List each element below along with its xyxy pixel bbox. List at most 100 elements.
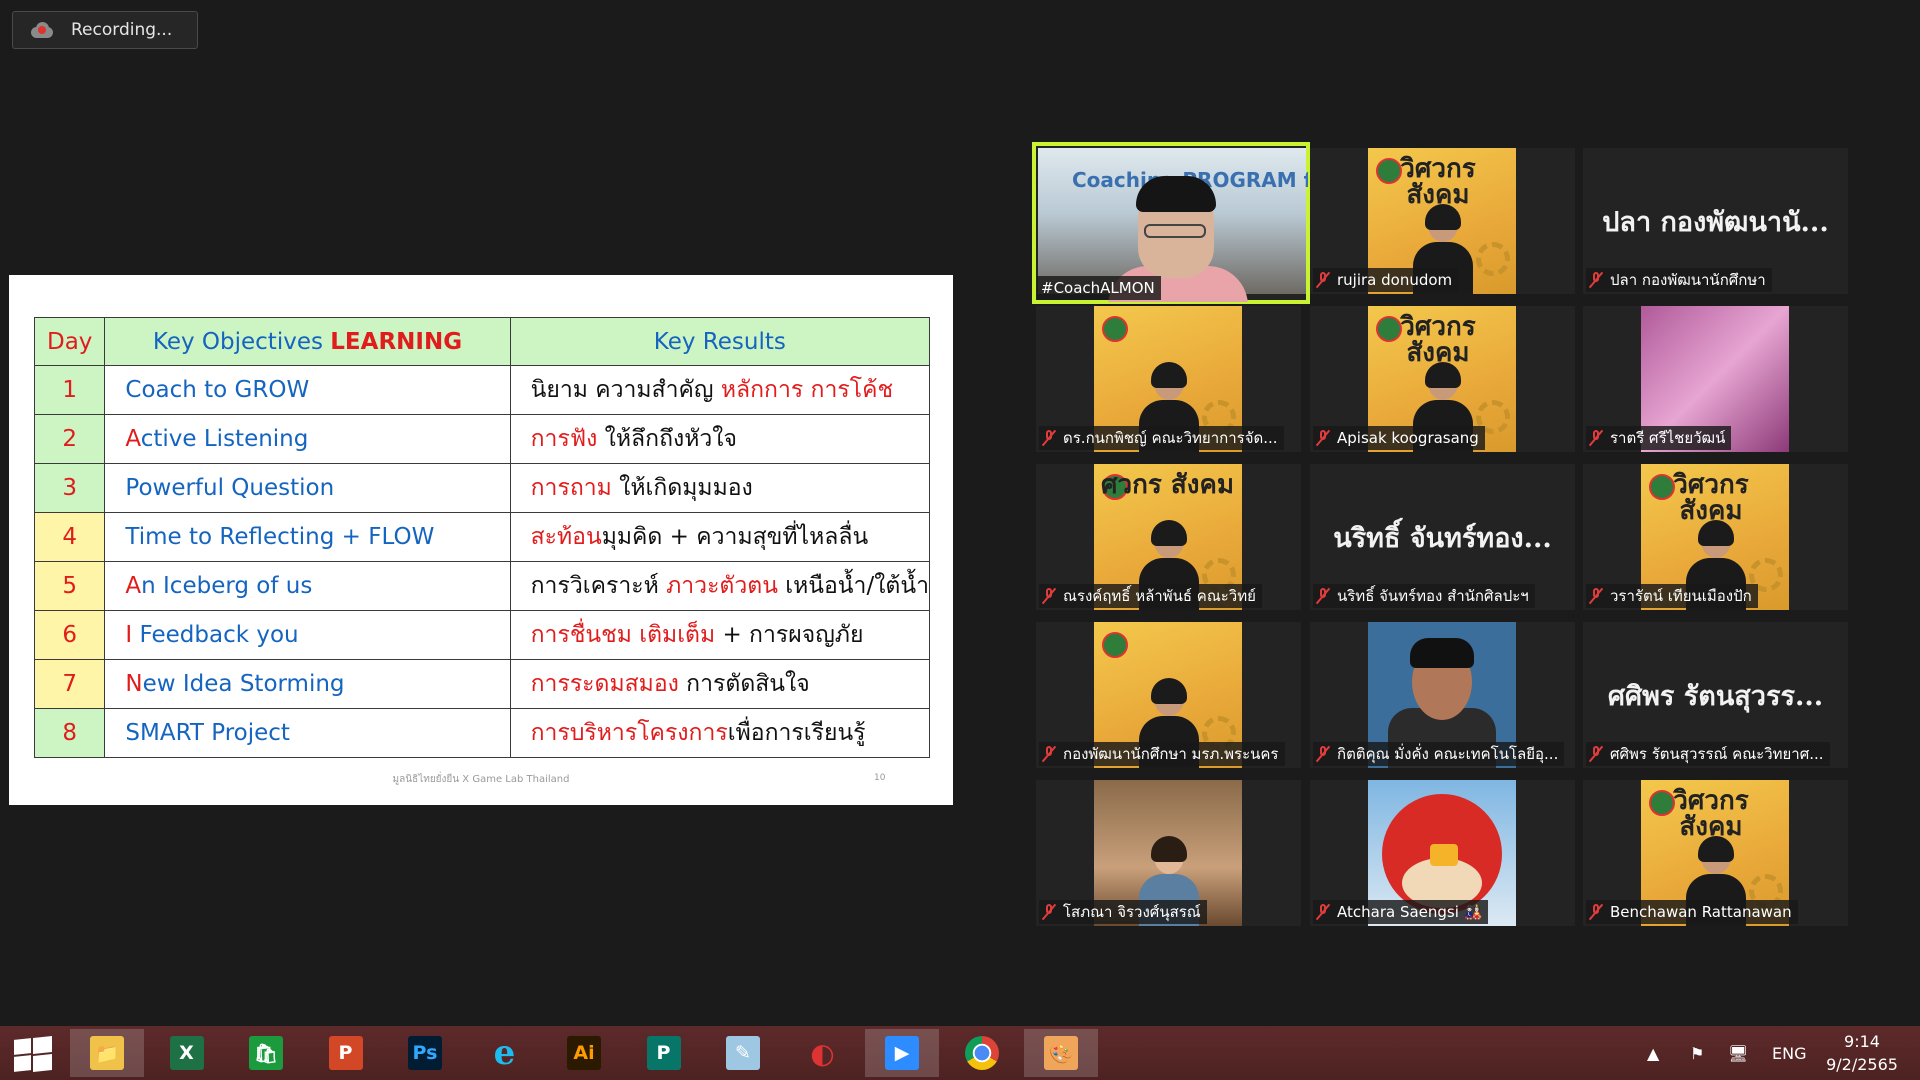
- header-objectives-highlight: LEARNING: [330, 328, 463, 355]
- day-number: 7: [33, 659, 106, 709]
- result-cell: การชื่นชม เติมเต็ม + การผจญภัย: [509, 610, 931, 660]
- objective-cell: Coach to GROW: [104, 365, 511, 415]
- objective-cell: SMART Project: [104, 708, 511, 758]
- participant-tile[interactable]: วิศวกร สังคม Apisak koograsang: [1310, 306, 1575, 452]
- participant-tile[interactable]: Atchara Saengsi 🎎: [1310, 780, 1575, 926]
- taskbar-photoscape-icon[interactable]: ◐: [786, 1029, 860, 1077]
- participant-name-label: Apisak koograsang: [1313, 426, 1485, 450]
- poster-text: วิศวกร สังคม: [1673, 786, 1749, 842]
- muted-microphone-icon: [1315, 745, 1331, 763]
- participant-name-label: ศศิพร รัตนสุวรรณ์ คณะวิทยาศ...: [1586, 742, 1830, 766]
- taskbar-clock[interactable]: 9:14 9/2/2565: [1812, 1030, 1912, 1076]
- publisher-app-icon: P: [646, 1036, 681, 1070]
- objective-text: Time to Reflecting + FLOW: [125, 524, 435, 550]
- participant-name: โสภณา จิรวงศ์นุสรณ์: [1063, 903, 1201, 921]
- participant-tile[interactable]: Coaching PROGRAM for Leader#CoachALMON: [1032, 142, 1310, 304]
- taskbar-photoshop-icon[interactable]: Ps: [388, 1029, 462, 1077]
- clock-date: 9/2/2565: [1826, 1055, 1898, 1074]
- muted-microphone-icon: [1041, 903, 1057, 921]
- result-highlight: สะท้อน: [530, 524, 602, 550]
- muted-microphone-icon: [1588, 903, 1604, 921]
- participant-tile[interactable]: กองพัฒนานักศึกษา มรภ.พระนคร: [1036, 622, 1301, 768]
- muted-microphone-icon: [1588, 587, 1604, 605]
- participant-name-label: ปลา กองพัฒนานักศึกษา: [1586, 268, 1772, 292]
- taskbar-excel-icon[interactable]: X: [150, 1029, 224, 1077]
- taskbar-internet-explorer-icon[interactable]: e: [468, 1029, 542, 1077]
- participant-name: กองพัฒนานักศึกษา มรภ.พระนคร: [1063, 745, 1279, 763]
- taskbar-illustrator-icon[interactable]: Ai: [547, 1029, 621, 1077]
- result-cell: การฟัง ให้ลึกถึงหัวใจ: [509, 414, 931, 464]
- participant-tile[interactable]: ดร.กนกพิชญ์ คณะวิทยาการจัด...: [1036, 306, 1301, 452]
- taskbar-store-icon[interactable]: 🛍: [229, 1029, 303, 1077]
- taskbar-zoom-icon[interactable]: ▶: [865, 1029, 939, 1077]
- participant-tile[interactable]: กิตติคุณ มั่งคั่ง คณะเทคโนโลยีอุ...: [1310, 622, 1575, 768]
- table-row: 2 Active Listening การฟัง ให้ลึกถึงหัวใจ: [33, 414, 931, 464]
- result-text-c: การตัดสินใจ: [678, 671, 810, 697]
- day-number: 2: [33, 414, 106, 464]
- start-button-windows-icon[interactable]: [14, 1036, 52, 1072]
- muted-microphone-icon: [1588, 271, 1604, 289]
- objective-text: Feedback you: [132, 622, 299, 648]
- objective-cell: An Iceberg of us: [104, 561, 511, 611]
- result-highlight: การบริหารโครงการ: [530, 720, 728, 746]
- table-row: 5 An Iceberg of us การวิเคราะห์ ภาวะตัวตน …: [33, 561, 931, 611]
- powerpoint-app-icon: P: [328, 1036, 363, 1070]
- action-center-flag-icon[interactable]: ⚑: [1690, 1026, 1704, 1080]
- participant-tile[interactable]: วิศวกร สังคม Benchawan Rattanawan: [1583, 780, 1848, 926]
- muted-microphone-icon: [1315, 271, 1331, 289]
- recording-indicator[interactable]: Recording...: [12, 11, 198, 49]
- clock-time: 9:14: [1844, 1032, 1880, 1051]
- participant-tile[interactable]: ปลา กองพัฒนานั... ปลา กองพัฒนานักศึกษา: [1583, 148, 1848, 294]
- objective-cell: Powerful Question: [104, 463, 511, 513]
- header-objectives-text: Key Objectives: [152, 328, 331, 355]
- taskbar-publisher-icon[interactable]: P: [627, 1029, 701, 1077]
- muted-microphone-icon: [1588, 745, 1604, 763]
- taskbar-chrome-icon[interactable]: [945, 1029, 1019, 1077]
- table-row: 4 Time to Reflecting + FLOW สะท้อนมุมคิด +…: [33, 512, 931, 562]
- file-explorer-app-icon: 📁: [90, 1036, 124, 1070]
- participant-tile[interactable]: ศศิพร รัตนสุวรร... ศศิพร รัตนสุวรรณ์ คณะว…: [1583, 622, 1848, 768]
- result-cell: การบริหารโครงการเพื่อการเรียนรู้: [509, 708, 931, 758]
- participant-name-label: กองพัฒนานักศึกษา มรภ.พระนคร: [1039, 742, 1285, 766]
- objective-text: ew Idea Storming: [142, 671, 345, 697]
- taskbar-paint-icon[interactable]: 🎨: [1024, 1029, 1098, 1077]
- day-number: 8: [33, 708, 106, 758]
- objective-text: Coach to GROW: [125, 377, 310, 403]
- network-icon[interactable]: 🖥: [1728, 1026, 1748, 1080]
- result-text-a: นิยาม ความสำคัญ: [530, 377, 721, 403]
- muted-microphone-icon: [1041, 745, 1057, 763]
- muted-microphone-icon: [1315, 587, 1331, 605]
- participant-tile[interactable]: นริทธิ์ จันทร์ทอง... นริทธิ์ จันทร์ทอง สำ…: [1310, 464, 1575, 610]
- participant-tile[interactable]: วิศวกร สังคม วรารัตน์ เทียนเมืองปัก: [1583, 464, 1848, 610]
- participant-name-label: ราตรี ศรีไชยวัฒน์: [1586, 426, 1732, 450]
- video-feed: Coaching PROGRAM for Leader: [1038, 148, 1308, 302]
- objective-cell: New Idea Storming: [104, 659, 511, 709]
- participant-name: วรารัตน์ เทียนเมืองปัก: [1610, 587, 1752, 605]
- result-cell: การวิเคราะห์ ภาวะตัวตน เหนือน้ำ/ใต้น้ำ: [509, 561, 931, 611]
- zoom-app-icon: ▶: [885, 1036, 919, 1070]
- photoscape-app-icon: ◐: [810, 1036, 835, 1070]
- windows-taskbar: 📁 X 🛍 P Ps e Ai P ✎ ◐ ▶ 🎨 ▲ ⚑ 🖥 ENG 9:14 9/2/2565: [0, 1026, 1920, 1080]
- participant-tile[interactable]: ศวกร สังคม ณรงค์ฤทธิ์ หล้าพันธ์ คณะวิทย์: [1036, 464, 1301, 610]
- result-text-c: มุมคิด + ความสุขที่ไหลลื่น: [601, 524, 869, 550]
- day-number: 6: [33, 610, 106, 660]
- participant-tile[interactable]: วิศวกร สังคม rujira donudom: [1310, 148, 1575, 294]
- taskbar-file-explorer-icon[interactable]: 📁: [70, 1029, 144, 1077]
- taskbar-notepad-icon[interactable]: ✎: [706, 1029, 780, 1077]
- participant-name-label: ดร.กนกพิชญ์ คณะวิทยาการจัด...: [1039, 426, 1284, 450]
- taskbar-powerpoint-icon[interactable]: P: [309, 1029, 383, 1077]
- participant-tile[interactable]: โสภณา จิรวงศ์นุสรณ์: [1036, 780, 1301, 926]
- result-text-c: เหนือน้ำ/ใต้น้ำ: [777, 573, 929, 599]
- poster-text: วิศวกร สังคม: [1400, 154, 1476, 210]
- poster-text: วิศวกร สังคม: [1400, 312, 1476, 368]
- show-hidden-icons-chevron-up-icon[interactable]: ▲: [1647, 1026, 1659, 1080]
- participant-tile[interactable]: ราตรี ศรีไชยวัฒน์: [1583, 306, 1848, 452]
- participant-name: ราตรี ศรีไชยวัฒน์: [1610, 429, 1726, 447]
- notepad-app-icon: ✎: [726, 1036, 760, 1070]
- language-indicator[interactable]: ENG: [1772, 1026, 1806, 1080]
- participant-display-name: ปลา กองพัฒนานั...: [1602, 207, 1829, 238]
- participant-name: กิตติคุณ มั่งคั่ง คณะเทคโนโลยีอุ...: [1337, 745, 1559, 763]
- muted-microphone-icon: [1041, 587, 1057, 605]
- participant-name: Benchawan Rattanawan: [1610, 903, 1792, 921]
- table-row: 6I Feedback you การชื่นชม เติมเต็ม + การผ…: [33, 610, 931, 660]
